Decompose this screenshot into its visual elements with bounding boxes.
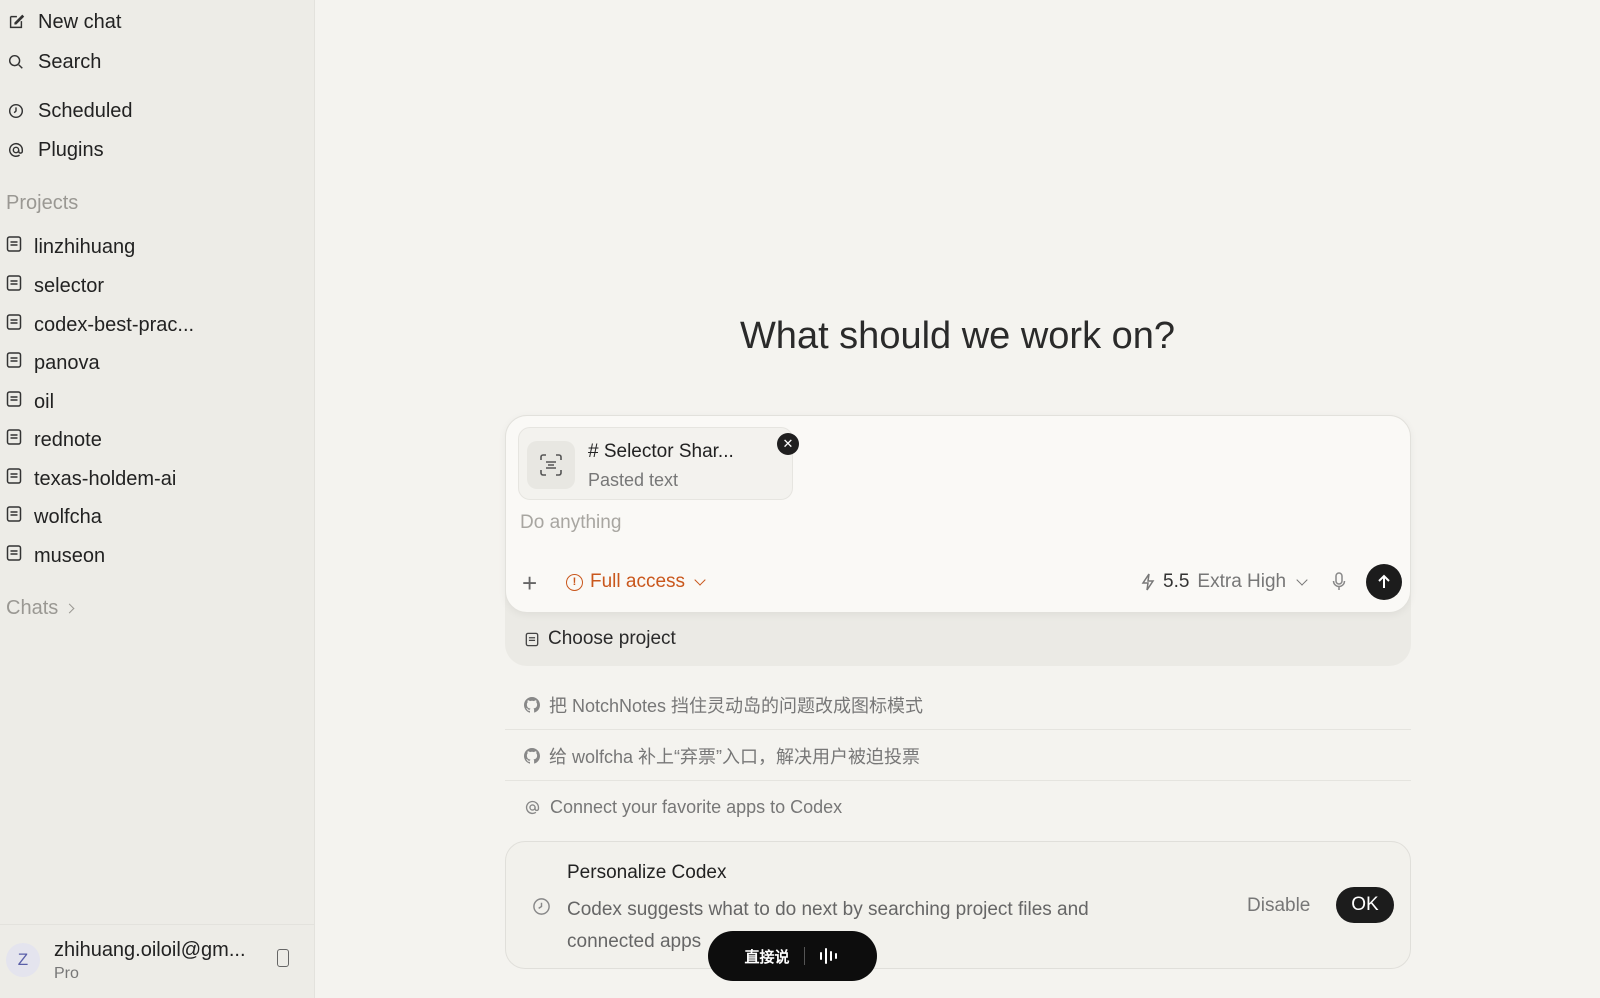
folder-icon	[6, 351, 22, 375]
waveform-icon	[819, 948, 837, 964]
suggestion-text: Connect your favorite apps to Codex	[550, 796, 843, 817]
project-item[interactable]: panova	[6, 348, 100, 378]
suggestion-item[interactable]: Connect your favorite apps to Codex	[505, 782, 1411, 832]
disable-button[interactable]: Disable	[1247, 895, 1310, 917]
folder-icon	[6, 544, 22, 568]
clock-icon	[6, 101, 26, 121]
project-item[interactable]: codex-best-prac...	[6, 310, 194, 340]
at-icon	[6, 140, 26, 160]
suggestion-text: 把 NotchNotes 挡住灵动岛的问题改成图标模式	[549, 695, 924, 716]
model-effort: Extra High	[1197, 571, 1287, 592]
search-icon	[6, 52, 26, 72]
project-label: panova	[34, 351, 100, 374]
avatar: Z	[6, 943, 40, 977]
search-label: Search	[38, 50, 102, 73]
chevron-down-icon	[1296, 574, 1308, 586]
chevron-right-icon	[64, 603, 75, 614]
close-icon: ✕	[782, 436, 794, 451]
sidebar: New chat Search Scheduled Plugins Projec…	[0, 0, 315, 998]
project-label: texas-holdem-ai	[34, 467, 177, 490]
suggestion-item[interactable]: 把 NotchNotes 挡住灵动岛的问题改成图标模式	[505, 680, 1411, 730]
device-icon[interactable]	[277, 949, 289, 967]
attachment-chip[interactable]: # Selector Shar... Pasted text ✕	[518, 427, 799, 500]
project-label: wolfcha	[34, 505, 102, 528]
project-label: linzhihuang	[34, 235, 136, 258]
folder-icon	[6, 274, 22, 298]
folder-icon	[6, 390, 22, 414]
plugins-label: Plugins	[38, 138, 104, 161]
plus-icon: +	[522, 568, 538, 598]
model-version: 5.5	[1163, 571, 1190, 592]
suggestion-item[interactable]: 给 wolfcha 补上“弃票”入口，解决用户被迫投票	[505, 731, 1411, 781]
history-icon	[532, 897, 551, 921]
project-label: rednote	[34, 428, 102, 451]
personalize-card: Personalize Codex Codex suggests what to…	[505, 841, 1411, 969]
chevron-down-icon	[694, 574, 706, 586]
page-title: What should we work on?	[739, 315, 1176, 357]
at-icon	[525, 800, 540, 814]
folder-icon	[6, 235, 22, 259]
github-icon	[524, 747, 540, 764]
project-label: oil	[34, 390, 55, 413]
plugins-button[interactable]: Plugins	[6, 135, 104, 165]
chats-heading[interactable]: Chats	[6, 597, 75, 620]
composer: # Selector Shar... Pasted text ✕ + ! Ful…	[505, 415, 1411, 613]
voice-label: 直接说	[744, 948, 790, 966]
project-item[interactable]: selector	[6, 271, 104, 301]
folder-icon	[6, 467, 22, 491]
project-label: museon	[34, 544, 106, 567]
projects-heading: Projects	[6, 192, 79, 214]
suggestion-text: 给 wolfcha 补上“弃票”入口，解决用户被迫投票	[549, 746, 921, 767]
access-label: Full access	[590, 571, 686, 592]
project-label: selector	[34, 274, 105, 297]
new-chat-label: New chat	[38, 10, 122, 33]
access-dropdown[interactable]: ! Full access	[566, 571, 706, 593]
project-label: codex-best-prac...	[34, 313, 195, 336]
new-chat-button[interactable]: New chat	[6, 7, 121, 37]
scheduled-label: Scheduled	[38, 99, 133, 122]
scheduled-button[interactable]: Scheduled	[6, 96, 133, 126]
chats-label: Chats	[6, 597, 59, 619]
voice-input-pill[interactable]: 直接说	[708, 931, 877, 981]
warning-icon: !	[566, 573, 583, 591]
prompt-input[interactable]	[520, 512, 1380, 534]
account-email: zhihuang.oiloil@gm...	[54, 939, 246, 961]
pasted-text-icon	[527, 441, 575, 489]
model-dropdown[interactable]: 5.5 Extra High	[1141, 571, 1308, 593]
choose-project-button[interactable]: Choose project	[525, 628, 676, 650]
folder-icon	[6, 428, 22, 452]
project-item[interactable]: museon	[6, 541, 105, 571]
github-icon	[524, 696, 540, 713]
attachment-title: # Selector Shar...	[588, 441, 734, 462]
project-item[interactable]: linzhihuang	[6, 232, 135, 262]
project-item[interactable]: rednote	[6, 425, 102, 455]
folder-icon	[525, 632, 539, 646]
divider	[803, 947, 805, 965]
remove-attachment-button[interactable]: ✕	[777, 433, 799, 455]
edit-icon	[6, 12, 26, 32]
add-button[interactable]: +	[522, 570, 537, 596]
bolt-icon	[1141, 573, 1155, 591]
project-item[interactable]: oil	[6, 387, 54, 417]
send-button[interactable]	[1366, 564, 1402, 600]
arrow-up-icon	[1378, 574, 1390, 588]
project-item[interactable]: texas-holdem-ai	[6, 464, 176, 494]
folder-icon	[6, 505, 22, 529]
account-plan: Pro	[54, 965, 79, 982]
project-item[interactable]: wolfcha	[6, 502, 102, 532]
attachment-subtitle: Pasted text	[588, 470, 679, 490]
account-panel[interactable]: Z zhihuang.oiloil@gm... Pro	[0, 924, 315, 998]
microphone-icon[interactable]	[1332, 572, 1346, 597]
personalize-title: Personalize Codex	[567, 862, 727, 883]
choose-project-label: Choose project	[548, 628, 676, 649]
folder-icon	[6, 313, 22, 337]
search-button[interactable]: Search	[6, 47, 101, 77]
ok-button[interactable]: OK	[1336, 887, 1394, 923]
